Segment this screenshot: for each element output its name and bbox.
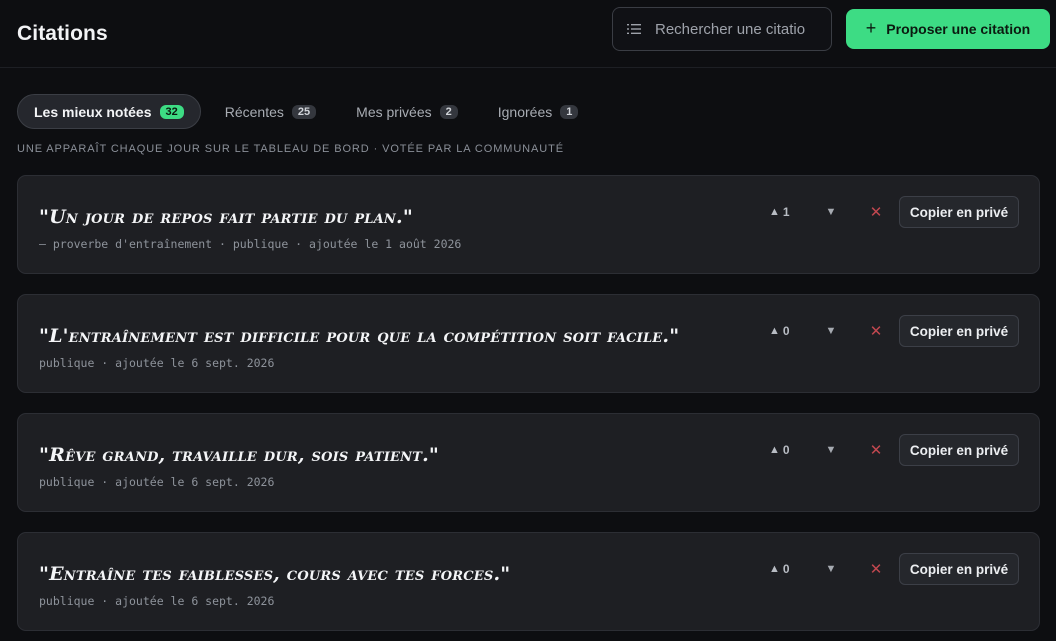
quote-meta: — proverbe d'entraînement · publique · a… xyxy=(39,237,462,251)
tab-label: Mes privées xyxy=(356,103,432,120)
upvote-button[interactable]: ▲ 0 xyxy=(769,324,809,338)
tab-recent[interactable]: Récentes 25 xyxy=(209,94,332,129)
copy-private-button[interactable]: Copier en privé xyxy=(899,553,1019,585)
dismiss-icon[interactable]: ✕ xyxy=(853,560,899,578)
tab-ignored[interactable]: Ignorées 1 xyxy=(482,94,595,129)
dismiss-icon[interactable]: ✕ xyxy=(853,322,899,340)
dismiss-icon[interactable]: ✕ xyxy=(853,441,899,459)
section-subtitle: UNE APPARAÎT CHAQUE JOUR SUR LE TABLEAU … xyxy=(17,143,564,155)
quote-meta: publique · ajoutée le 6 sept. 2026 xyxy=(39,475,275,489)
upvote-icon: ▲ xyxy=(769,563,780,575)
downvote-icon[interactable]: ▼ xyxy=(809,325,853,337)
top-bar: Citations + Proposer une citation xyxy=(0,0,1056,68)
quote-card: "Un jour de repos fait partie du plan." … xyxy=(17,175,1040,274)
copy-private-button[interactable]: Copier en privé xyxy=(899,196,1019,228)
vote-count: 0 xyxy=(782,562,790,576)
propose-quote-label: Proposer une citation xyxy=(886,21,1031,37)
vote-count: 0 xyxy=(782,324,790,338)
quote-actions: ▲ 0 ▼ ✕ Copier en privé xyxy=(769,553,1019,585)
copy-private-button[interactable]: Copier en privé xyxy=(899,434,1019,466)
search-box[interactable] xyxy=(612,7,832,51)
search-input[interactable] xyxy=(655,20,805,38)
quote-actions: ▲ 1 ▼ ✕ Copier en privé xyxy=(769,196,1019,228)
tab-count-badge: 25 xyxy=(291,104,317,119)
quote-text: "L'entraînement est difficile pour que l… xyxy=(39,325,680,347)
tab-count-badge: 1 xyxy=(560,104,579,119)
quote-meta: publique · ajoutée le 6 sept. 2026 xyxy=(39,594,275,608)
quote-card: "L'entraînement est difficile pour que l… xyxy=(17,294,1040,393)
upvote-button[interactable]: ▲ 0 xyxy=(769,562,809,576)
quote-card: "Entraîne tes faiblesses, cours avec tes… xyxy=(17,532,1040,631)
vote-count: 1 xyxy=(782,205,790,219)
tab-my-private[interactable]: Mes privées 2 xyxy=(340,94,474,129)
downvote-icon[interactable]: ▼ xyxy=(809,206,853,218)
upvote-icon: ▲ xyxy=(769,444,780,456)
downvote-icon[interactable]: ▼ xyxy=(809,444,853,456)
tab-top-rated[interactable]: Les mieux notées 32 xyxy=(17,94,201,129)
plus-icon: + xyxy=(865,18,877,38)
vote-count: 0 xyxy=(782,443,790,457)
quote-card: "Rêve grand, travaille dur, sois patient… xyxy=(17,413,1040,512)
quote-text: "Entraîne tes faiblesses, cours avec tes… xyxy=(39,563,511,585)
quote-text: "Rêve grand, travaille dur, sois patient… xyxy=(39,444,440,466)
quote-text: "Un jour de repos fait partie du plan." xyxy=(39,206,413,228)
tab-label: Les mieux notées xyxy=(34,103,152,120)
dismiss-icon[interactable]: ✕ xyxy=(853,203,899,221)
tab-label: Récentes xyxy=(224,103,284,120)
tab-count-badge: 2 xyxy=(439,104,458,119)
upvote-button[interactable]: ▲ 1 xyxy=(769,205,809,219)
page-title: Citations xyxy=(17,21,108,45)
tab-label: Ignorées xyxy=(497,103,553,120)
list-icon xyxy=(627,24,641,34)
quote-meta: publique · ajoutée le 6 sept. 2026 xyxy=(39,356,275,370)
filter-tabs: Les mieux notées 32 Récentes 25 Mes priv… xyxy=(17,94,602,129)
upvote-button[interactable]: ▲ 0 xyxy=(769,443,809,457)
downvote-icon[interactable]: ▼ xyxy=(809,563,853,575)
copy-private-button[interactable]: Copier en privé xyxy=(899,315,1019,347)
quote-actions: ▲ 0 ▼ ✕ Copier en privé xyxy=(769,315,1019,347)
propose-quote-button[interactable]: + Proposer une citation xyxy=(846,9,1050,49)
upvote-icon: ▲ xyxy=(769,206,780,218)
quote-actions: ▲ 0 ▼ ✕ Copier en privé xyxy=(769,434,1019,466)
upvote-icon: ▲ xyxy=(769,325,780,337)
tab-count-badge: 32 xyxy=(159,104,184,119)
